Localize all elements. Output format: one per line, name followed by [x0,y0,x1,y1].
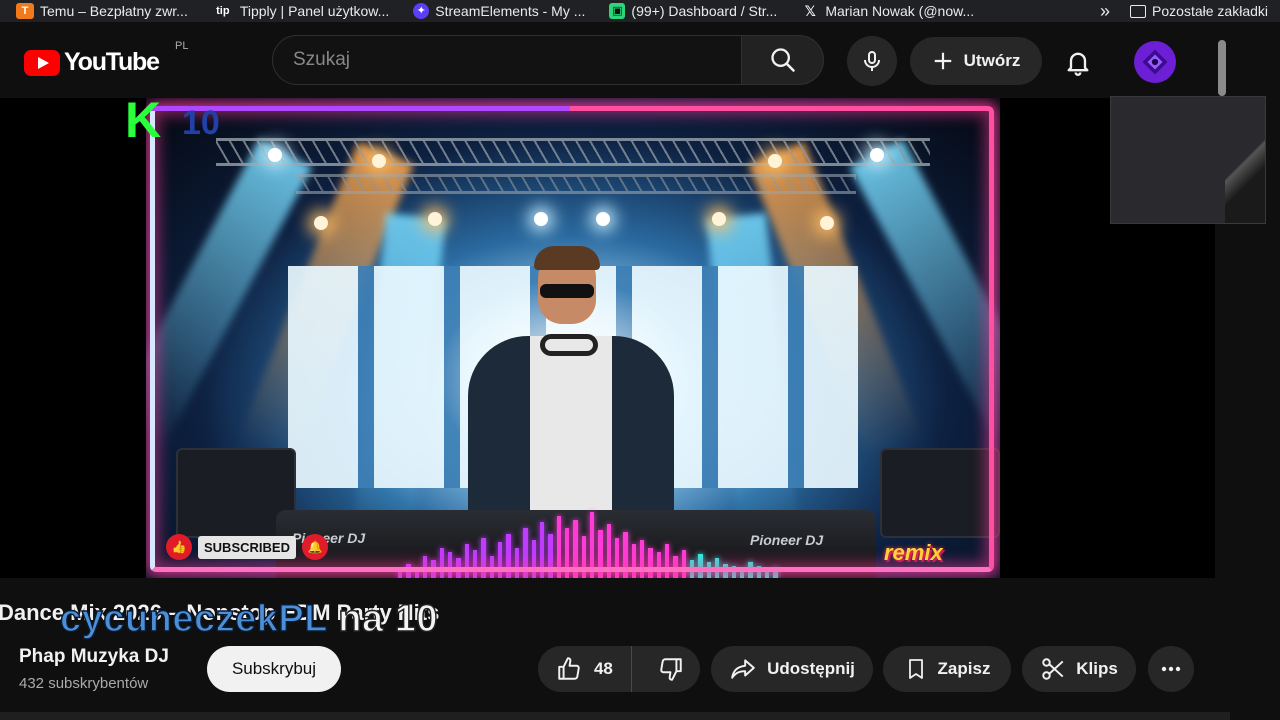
search-placeholder: Szukaj [293,49,351,70]
microphone-icon [864,51,880,71]
temu-icon: T [16,3,34,19]
other-bookmarks-label: Pozostałe zakładki [1152,3,1268,19]
bookmark-streamelements[interactable]: ✦ StreamElements - My ... [413,0,585,22]
folder-icon [1130,4,1147,18]
search-icon [770,48,795,72]
x-icon: 𝕏 [804,3,816,19]
bookmark-x-profile[interactable]: 𝕏 Marian Nowak (@now... [801,0,974,22]
bookmark-label: Marian Nowak (@now... [825,3,975,19]
channel-logo-10: 10 [182,104,220,142]
plus-icon [934,52,951,70]
channel-logo-k: K [125,92,162,148]
thumbs-up-icon [558,657,580,680]
bookmark-label: Tipply | Panel użytkow... [239,3,390,19]
channel-name[interactable]: Phap Muzyka DJ [19,646,169,668]
bookmarks-bar: T Temu – Bezpłatny zwr... tip Tipply | P… [0,0,1280,22]
youtube-logo[interactable]: YouTube PL [24,40,188,77]
more-actions-button[interactable] [1148,646,1194,692]
notifications-button[interactable] [1058,42,1098,82]
search-input[interactable]: Szukaj [272,35,742,85]
bookmark-temu[interactable]: T Temu – Bezpłatny zwr... [16,0,188,22]
overlay-username: cycuneczekPL [59,597,328,641]
dislike-button[interactable] [642,646,700,692]
overlay-suffix: na 10 [338,597,439,641]
tipply-icon: tip [216,5,230,17]
share-icon [731,659,755,679]
bell-icon: 🔔 [301,534,328,560]
logo-text: YouTube [64,48,160,76]
avatar-emblem-icon [1142,49,1168,75]
save-label: Zapisz [937,659,991,678]
create-button[interactable]: Utwórz [910,37,1042,85]
streamelements-icon: ✦ [413,3,430,19]
bookmark-label: Temu – Bezpłatny zwr... [40,3,188,19]
search-button[interactable] [742,35,824,85]
share-button[interactable]: Udostępnij [711,646,873,692]
bookmark-label: (99+) Dashboard / Str... [631,3,778,19]
scissors-icon [1042,658,1064,680]
bottom-strip [0,712,1230,720]
thumbs-up-icon: 👍 [166,534,192,560]
other-bookmarks-folder[interactable]: Pozostałe zakładki [1130,0,1268,22]
stream-name-overlay: cycuneczekPL na 10 [59,597,439,641]
country-code: PL [175,40,189,52]
masthead: YouTube PL Szukaj Utwórz [0,22,1230,98]
subscribed-label: SUBSCRIBED [198,535,296,559]
subscribe-button[interactable]: Subskrybuj [207,646,341,692]
video-frame[interactable]: Pioneer DJ Pioneer DJ [146,98,1000,578]
voice-search-button[interactable] [847,36,897,86]
bookmark-icon [908,659,923,679]
account-avatar[interactable] [1134,41,1176,83]
chevron-double-right-icon[interactable]: » [1100,1,1110,22]
clip-label: Klips [1076,659,1118,678]
clip-button[interactable]: Klips [1022,646,1136,692]
twitch-icon: ▣ [609,3,626,19]
share-label: Udostępnij [767,659,855,678]
save-button[interactable]: Zapisz [883,646,1011,692]
youtube-play-icon [24,49,60,76]
remix-logo: remix [884,540,943,565]
create-label: Utwórz [963,51,1021,70]
subscriber-count: 432 subskrybentów [19,675,149,692]
bell-icon [1067,52,1089,76]
neon-frame [150,106,994,572]
bookmarks-overflow: » Pozostałe zakładki [1100,0,1268,22]
like-count: 48 [593,659,613,678]
page-scrollbar[interactable] [1218,40,1226,96]
webcam-overlay [1110,96,1266,224]
like-dislike-group: 48 [538,646,700,692]
thumbs-down-icon [660,658,682,681]
like-button[interactable]: 48 [538,646,632,692]
more-horizontal-icon [1161,666,1181,672]
subscribed-overlay: 👍 SUBSCRIBED 🔔 [166,534,328,560]
bookmark-tipply[interactable]: tip Tipply | Panel użytkow... [212,0,389,22]
bookmark-dashboard[interactable]: ▣ (99+) Dashboard / Str... [609,0,777,22]
bookmark-label: StreamElements - My ... [435,3,586,19]
